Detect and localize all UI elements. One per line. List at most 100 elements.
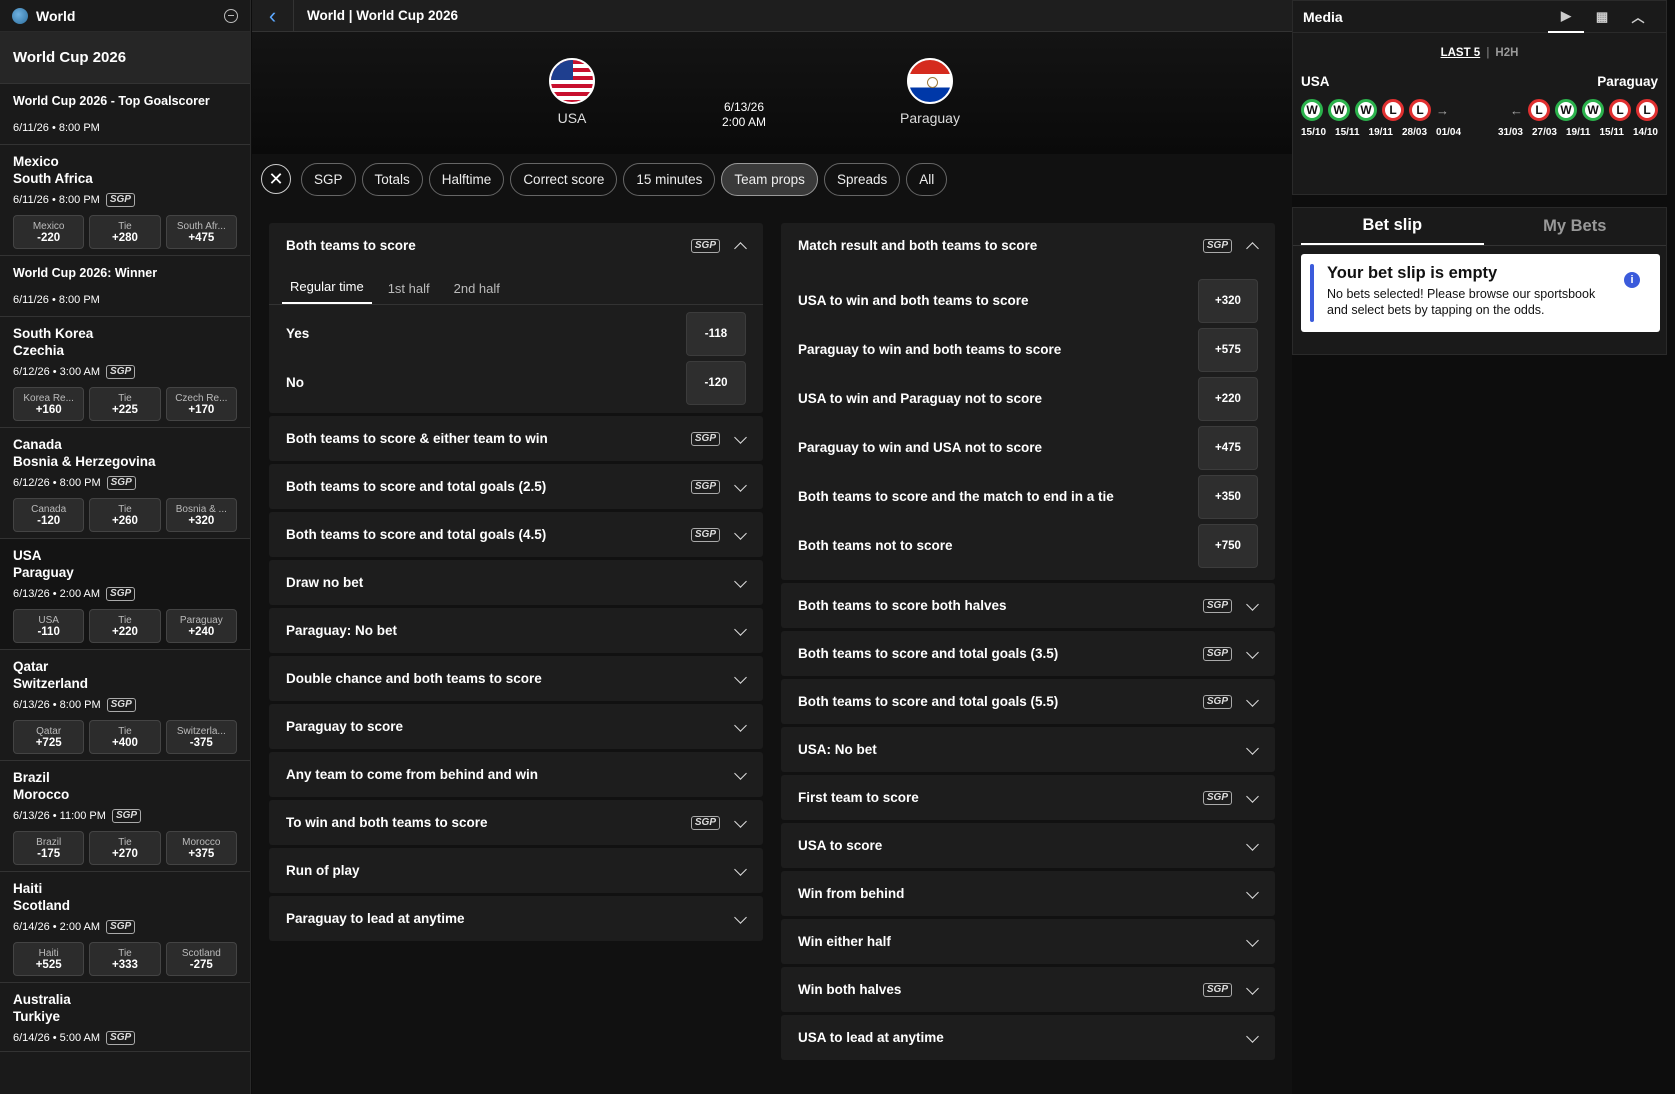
chevron-down-icon[interactable] xyxy=(734,433,746,445)
chevron-up-icon[interactable]: ︿ xyxy=(1620,1,1656,33)
odds-button[interactable]: +220 xyxy=(1198,376,1258,421)
odds-button[interactable]: Paraguay +240 xyxy=(165,609,237,643)
collapse-icon[interactable] xyxy=(224,8,238,23)
match-item[interactable]: USA Paraguay 6/13/26 • 2:00 AM SGP USA -110 Ti… xyxy=(0,539,250,650)
odds-button[interactable]: Tie +270 xyxy=(89,831,161,865)
market-header[interactable]: Both teams to score & either team to win… xyxy=(269,416,763,461)
filter-spreads[interactable]: Spreads xyxy=(823,162,901,196)
match-item[interactable]: Mexico South Africa 6/11/26 • 8:00 PM SGP Me… xyxy=(0,145,250,256)
market-header[interactable]: Both teams to score and total goals (3.5… xyxy=(781,631,1275,676)
odds-button[interactable]: +320 xyxy=(1198,278,1258,323)
odds-button[interactable]: Morocco +375 xyxy=(165,831,237,865)
chevron-down-icon[interactable] xyxy=(734,865,746,877)
section-header[interactable]: World Cup 2026 xyxy=(0,32,250,84)
market-header[interactable]: To win and both teams to score SGP xyxy=(269,800,763,845)
chevron-down-icon[interactable] xyxy=(734,769,746,781)
odds-button[interactable]: Bosnia & ... +320 xyxy=(165,498,237,532)
back-icon[interactable]: ‹ xyxy=(252,0,294,31)
odds-button[interactable]: Haiti +525 xyxy=(13,942,85,976)
tab-period[interactable]: 1st half xyxy=(380,281,438,304)
chevron-down-icon[interactable] xyxy=(1246,840,1258,852)
market-header[interactable]: First team to score SGP xyxy=(781,775,1275,820)
pitch-icon[interactable]: ▦ xyxy=(1584,1,1620,33)
match-item[interactable]: Australia Turkiye 6/14/26 • 5:00 AM SGP xyxy=(0,983,250,1052)
tab-bet-slip[interactable]: Bet slip xyxy=(1301,208,1484,245)
odds-button[interactable]: Scotland -275 xyxy=(165,942,237,976)
market-header[interactable]: Match result and both teams to score SGP xyxy=(781,223,1275,268)
match-item[interactable]: South Korea Czechia 6/12/26 • 3:00 AM SGP Ko… xyxy=(0,317,250,428)
filter-15-minutes[interactable]: 15 minutes xyxy=(623,162,716,196)
odds-button[interactable]: Qatar +725 xyxy=(13,720,85,754)
market-header[interactable]: Win either half xyxy=(781,919,1275,964)
chevron-down-icon[interactable] xyxy=(734,817,746,829)
filter-halftime[interactable]: Halftime xyxy=(428,162,505,196)
chevron-down-icon[interactable] xyxy=(1246,936,1258,948)
odds-button[interactable]: Korea Re... +160 xyxy=(13,387,85,421)
chevron-up-icon[interactable] xyxy=(1246,240,1258,252)
odds-button[interactable]: Tie +220 xyxy=(89,609,161,643)
tab-h2h[interactable]: H2H xyxy=(1495,47,1518,59)
chevron-down-icon[interactable] xyxy=(734,721,746,733)
market-header[interactable]: Any team to come from behind and win xyxy=(269,752,763,797)
odds-button[interactable]: Switzerla... -375 xyxy=(165,720,237,754)
odds-button[interactable]: Czech Re... +170 xyxy=(165,387,237,421)
market-header[interactable]: Win both halves SGP xyxy=(781,967,1275,1012)
chevron-down-icon[interactable] xyxy=(1246,600,1258,612)
odds-button[interactable]: +350 xyxy=(1198,474,1258,519)
chevron-down-icon[interactable] xyxy=(734,577,746,589)
odds-button[interactable]: +475 xyxy=(1198,425,1258,470)
market-header[interactable]: Paraguay: No bet xyxy=(269,608,763,653)
outright-item[interactable]: World Cup 2026: Winner 6/11/26 • 8:00 PM xyxy=(0,256,250,317)
chevron-down-icon[interactable] xyxy=(734,529,746,541)
market-header[interactable]: Draw no bet xyxy=(269,560,763,605)
tab-my-bets[interactable]: My Bets xyxy=(1484,208,1667,245)
market-header[interactable]: Both teams to score and total goals (4.5… xyxy=(269,512,763,557)
market-header[interactable]: Run of play xyxy=(269,848,763,893)
market-header[interactable]: Both teams to score and total goals (2.5… xyxy=(269,464,763,509)
match-item[interactable]: Canada Bosnia & Herzegovina 6/12/26 • 8:00… xyxy=(0,428,250,539)
chevron-down-icon[interactable] xyxy=(1246,1032,1258,1044)
market-header[interactable]: Both teams to score SGP xyxy=(269,223,763,268)
odds-button[interactable]: +750 xyxy=(1198,523,1258,568)
filter-team-props[interactable]: Team props xyxy=(721,162,818,196)
chevron-down-icon[interactable] xyxy=(1246,696,1258,708)
chevron-down-icon[interactable] xyxy=(734,481,746,493)
odds-button[interactable]: Tie +400 xyxy=(89,720,161,754)
odds-button[interactable]: -120 xyxy=(686,360,746,405)
chevron-down-icon[interactable] xyxy=(1246,984,1258,996)
chevron-down-icon[interactable] xyxy=(1246,792,1258,804)
market-header[interactable]: USA to score xyxy=(781,823,1275,868)
chevron-down-icon[interactable] xyxy=(734,913,746,925)
odds-button[interactable]: Tie +260 xyxy=(89,498,161,532)
chevron-up-icon[interactable] xyxy=(734,240,746,252)
odds-button[interactable]: +575 xyxy=(1198,327,1258,372)
odds-button[interactable]: USA -110 xyxy=(13,609,85,643)
filter-sgp[interactable]: SGP xyxy=(301,162,356,196)
market-header[interactable]: Both teams to score and total goals (5.5… xyxy=(781,679,1275,724)
filter-all[interactable]: All xyxy=(906,162,948,196)
tab-period[interactable]: Regular time xyxy=(282,279,372,304)
odds-button[interactable]: Mexico -220 xyxy=(13,215,85,249)
market-header[interactable]: Double chance and both teams to score xyxy=(269,656,763,701)
odds-button[interactable]: Tie +225 xyxy=(89,387,161,421)
chevron-down-icon[interactable] xyxy=(734,625,746,637)
odds-button[interactable]: Tie +333 xyxy=(89,942,161,976)
tab-last5[interactable]: LAST 5 xyxy=(1441,47,1481,59)
filter-correct-score[interactable]: Correct score xyxy=(510,162,618,196)
chevron-down-icon[interactable] xyxy=(1246,648,1258,660)
odds-button[interactable]: -118 xyxy=(686,311,746,356)
filter-totals[interactable]: Totals xyxy=(361,162,423,196)
chevron-down-icon[interactable] xyxy=(1246,888,1258,900)
match-item[interactable]: Qatar Switzerland 6/13/26 • 8:00 PM SGP Qata… xyxy=(0,650,250,761)
match-item[interactable]: Brazil Morocco 6/13/26 • 11:00 PM SGP Brazil… xyxy=(0,761,250,872)
market-header[interactable]: Paraguay to lead at anytime xyxy=(269,896,763,941)
market-header[interactable]: Both teams to score both halves SGP xyxy=(781,583,1275,628)
odds-button[interactable]: Canada -120 xyxy=(13,498,85,532)
info-icon[interactable]: i xyxy=(1624,272,1640,288)
odds-button[interactable]: Brazil -175 xyxy=(13,831,85,865)
video-icon[interactable]: ▶ xyxy=(1548,1,1584,33)
chevron-down-icon[interactable] xyxy=(734,673,746,685)
chevron-down-icon[interactable] xyxy=(1246,744,1258,756)
market-header[interactable]: Paraguay to score xyxy=(269,704,763,749)
sidebar-header[interactable]: World xyxy=(0,0,250,32)
